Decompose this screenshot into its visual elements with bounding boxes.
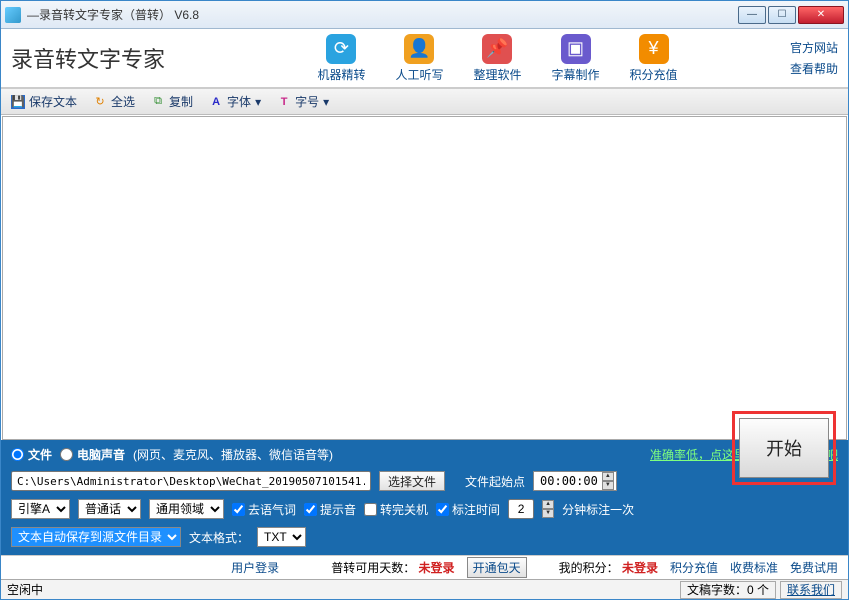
- fontsize-icon: T: [277, 95, 291, 109]
- top-icon-4[interactable]: ¥积分充值: [630, 34, 678, 83]
- interval-suffix: 分钟标注一次: [562, 501, 634, 518]
- close-button[interactable]: ✕: [798, 6, 844, 24]
- top-icon-2[interactable]: 📌整理软件: [473, 34, 521, 83]
- format-select[interactable]: TXT: [257, 527, 306, 547]
- radio-pc-sound[interactable]: 电脑声音: [60, 446, 125, 463]
- shutdown-checkbox[interactable]: 转完关机: [364, 501, 428, 518]
- window-title: —录音转文字专家（普转） V6.8: [27, 6, 738, 23]
- contact-link[interactable]: 联系我们: [787, 581, 835, 598]
- toolbar: 💾保存文本 ↻全选 ⧉复制 A字体 ▾ T字号 ▾: [1, 89, 848, 115]
- top-glyph-icon: ▣: [561, 34, 591, 64]
- official-site-link[interactable]: 官方网站: [790, 39, 838, 56]
- save-text-button[interactable]: 💾保存文本: [5, 91, 83, 112]
- status-line: 用户登录 普转可用天数： 未登录 开通包天 我的积分： 未登录 积分充值 收费标…: [1, 555, 848, 579]
- font-icon: A: [209, 95, 223, 109]
- save-path-select[interactable]: 文本自动保存到源文件目录: [11, 527, 181, 547]
- interval-input[interactable]: [508, 499, 534, 519]
- open-day-button[interactable]: 开通包天: [467, 557, 527, 578]
- price-link[interactable]: 收费标准: [730, 559, 778, 576]
- time-up-icon[interactable]: ▲: [602, 472, 614, 481]
- trial-link[interactable]: 免费试用: [790, 559, 838, 576]
- remove-filler-checkbox[interactable]: 去语气词: [232, 501, 296, 518]
- help-link[interactable]: 查看帮助: [790, 60, 838, 77]
- format-label: 文本格式：: [189, 529, 249, 546]
- file-path-input[interactable]: [11, 471, 371, 491]
- app-brand: 录音转文字专家: [11, 42, 165, 74]
- start-time-label: 文件起始点: [465, 473, 525, 490]
- maximize-button[interactable]: ☐: [768, 6, 796, 24]
- hint-sound-checkbox[interactable]: 提示音: [304, 501, 356, 518]
- footer-bar: 空闲中 文稿字数：0 个 联系我们: [1, 579, 848, 599]
- timestamp-checkbox[interactable]: 标注时间: [436, 501, 500, 518]
- text-editor[interactable]: [2, 116, 847, 440]
- engine-select[interactable]: 引擎A: [11, 499, 70, 519]
- top-bar: 录音转文字专家 ⟳机器精转 👤人工听写 📌整理软件 ▣字幕制作 ¥积分充值 官方网站 查…: [1, 29, 848, 89]
- word-count: 文稿字数：0 个: [680, 581, 776, 599]
- bottom-panel: 文件 电脑声音 (网页、麦克风、播放器、微信语音等) 准确率低，点这里试试“机器…: [1, 440, 848, 555]
- language-select[interactable]: 普通话: [78, 499, 141, 519]
- idle-status: 空闲中: [7, 581, 43, 598]
- interval-up-icon[interactable]: ▲: [542, 500, 554, 509]
- domain-select[interactable]: 通用领域: [149, 499, 224, 519]
- app-icon: [5, 7, 21, 23]
- time-down-icon[interactable]: ▼: [602, 481, 614, 490]
- titlebar: —录音转文字专家（普转） V6.8 — ☐ ✕: [1, 1, 848, 29]
- start-time-input[interactable]: 00:00:00 ▲▼: [533, 471, 617, 491]
- pc-sound-desc: (网页、麦克风、播放器、微信语音等): [133, 446, 333, 463]
- copy-button[interactable]: ⧉复制: [145, 91, 199, 112]
- days-value: 未登录: [419, 561, 455, 575]
- top-icon-1[interactable]: 👤人工听写: [395, 34, 443, 83]
- choose-file-button[interactable]: 选择文件: [379, 471, 445, 491]
- points-value: 未登录: [622, 561, 658, 575]
- save-icon: 💾: [11, 95, 25, 109]
- top-icon-3[interactable]: ▣字幕制作: [552, 34, 600, 83]
- top-glyph-icon: 👤: [404, 34, 434, 64]
- radio-file[interactable]: 文件: [11, 446, 52, 463]
- top-icon-0[interactable]: ⟳机器精转: [317, 34, 365, 83]
- select-all-button[interactable]: ↻全选: [87, 91, 141, 112]
- interval-down-icon[interactable]: ▼: [542, 509, 554, 518]
- start-button[interactable]: 开始: [739, 418, 829, 478]
- recharge-link[interactable]: 积分充值: [670, 559, 718, 576]
- font-button[interactable]: A字体 ▾: [203, 91, 267, 112]
- top-glyph-icon: 📌: [482, 34, 512, 64]
- minimize-button[interactable]: —: [738, 6, 766, 24]
- select-all-icon: ↻: [93, 95, 107, 109]
- user-login-link[interactable]: 用户登录: [231, 559, 279, 576]
- fontsize-button[interactable]: T字号 ▾: [271, 91, 335, 112]
- top-glyph-icon: ⟳: [326, 34, 356, 64]
- copy-icon: ⧉: [151, 95, 165, 109]
- top-glyph-icon: ¥: [639, 34, 669, 64]
- start-button-highlight: 开始: [732, 411, 836, 485]
